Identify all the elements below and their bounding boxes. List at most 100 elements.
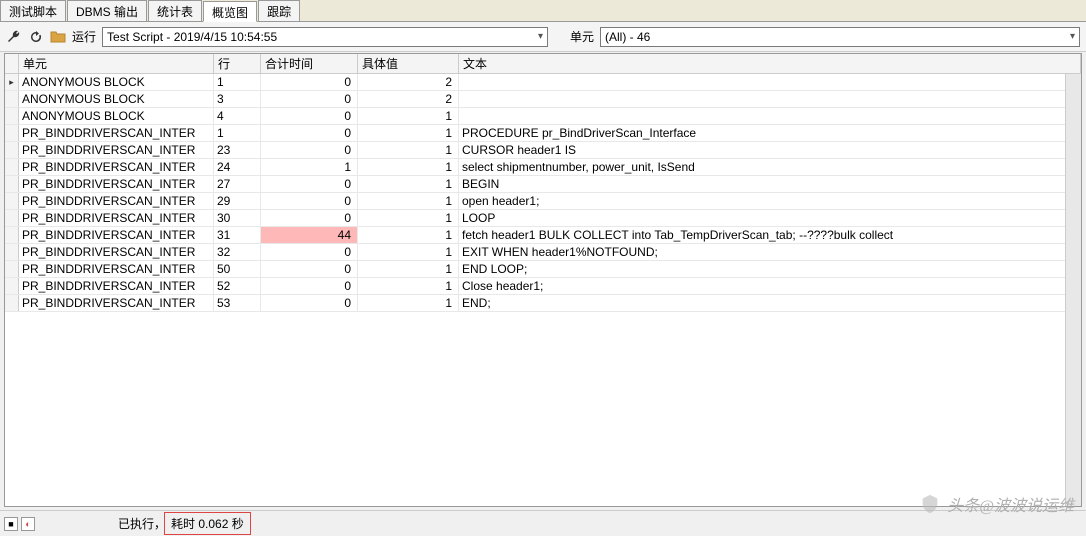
- cell-unit: ANONYMOUS BLOCK: [19, 74, 214, 90]
- cell-val: 1: [358, 278, 459, 294]
- row-indicator: [5, 244, 19, 260]
- cell-text: PROCEDURE pr_BindDriverScan_Interface: [459, 125, 1081, 141]
- table-row[interactable]: PR_BINDDRIVERSCAN_INTER5001END LOOP;: [5, 261, 1081, 278]
- status-executed: 已执行，: [118, 515, 166, 532]
- cell-line: 24: [214, 159, 261, 175]
- cell-text: END;: [459, 295, 1081, 311]
- loading-icon[interactable]: ◐: [21, 517, 35, 531]
- cell-total: 0: [261, 125, 358, 141]
- cell-val: 2: [358, 91, 459, 107]
- script-dropdown[interactable]: Test Script - 2019/4/15 10:54:55: [102, 27, 548, 47]
- cell-total: 0: [261, 91, 358, 107]
- cell-total: 0: [261, 295, 358, 311]
- wrench-icon[interactable]: [6, 29, 22, 45]
- cell-val: 1: [358, 261, 459, 277]
- row-indicator: [5, 193, 19, 209]
- grid-body[interactable]: ▸ANONYMOUS BLOCK102ANONYMOUS BLOCK302ANO…: [5, 74, 1081, 506]
- table-row[interactable]: ANONYMOUS BLOCK302: [5, 91, 1081, 108]
- indicator-header: [5, 54, 19, 73]
- cell-total: 0: [261, 142, 358, 158]
- cell-text: LOOP: [459, 210, 1081, 226]
- unit-dropdown[interactable]: (All) - 46: [600, 27, 1080, 47]
- cell-unit: PR_BINDDRIVERSCAN_INTER: [19, 125, 214, 141]
- cell-line: 32: [214, 244, 261, 260]
- table-row[interactable]: PR_BINDDRIVERSCAN_INTER5301END;: [5, 295, 1081, 312]
- cell-val: 1: [358, 227, 459, 243]
- tab-overview[interactable]: 概览图: [203, 1, 257, 22]
- vertical-scrollbar[interactable]: [1065, 74, 1081, 506]
- cell-text: END LOOP;: [459, 261, 1081, 277]
- row-indicator: [5, 278, 19, 294]
- col-text[interactable]: 文本: [459, 54, 1081, 73]
- row-indicator: [5, 176, 19, 192]
- table-row[interactable]: ANONYMOUS BLOCK401: [5, 108, 1081, 125]
- row-indicator: [5, 261, 19, 277]
- cell-text: select shipmentnumber, power_unit, IsSen…: [459, 159, 1081, 175]
- cell-total: 1: [261, 159, 358, 175]
- cell-line: 23: [214, 142, 261, 158]
- cell-total: 0: [261, 74, 358, 90]
- grid-header: 单元 行 合计时间 具体值 文本: [5, 54, 1081, 74]
- stop-icon[interactable]: ■: [4, 517, 18, 531]
- cell-val: 2: [358, 74, 459, 90]
- cell-text: [459, 108, 1081, 124]
- cell-text: BEGIN: [459, 176, 1081, 192]
- row-indicator: ▸: [5, 74, 19, 90]
- cell-line: 4: [214, 108, 261, 124]
- cell-text: open header1;: [459, 193, 1081, 209]
- cell-text: CURSOR header1 IS: [459, 142, 1081, 158]
- table-row[interactable]: PR_BINDDRIVERSCAN_INTER2901open header1;: [5, 193, 1081, 210]
- table-row[interactable]: ▸ANONYMOUS BLOCK102: [5, 74, 1081, 91]
- cell-unit: PR_BINDDRIVERSCAN_INTER: [19, 142, 214, 158]
- cell-unit: ANONYMOUS BLOCK: [19, 108, 214, 124]
- cell-unit: PR_BINDDRIVERSCAN_INTER: [19, 159, 214, 175]
- tab-trace[interactable]: 跟踪: [258, 0, 300, 21]
- table-row[interactable]: PR_BINDDRIVERSCAN_INTER2411select shipme…: [5, 159, 1081, 176]
- row-indicator: [5, 91, 19, 107]
- cell-unit: PR_BINDDRIVERSCAN_INTER: [19, 261, 214, 277]
- cell-unit: PR_BINDDRIVERSCAN_INTER: [19, 210, 214, 226]
- table-row[interactable]: PR_BINDDRIVERSCAN_INTER31441fetch header…: [5, 227, 1081, 244]
- cell-line: 50: [214, 261, 261, 277]
- refresh-icon[interactable]: [28, 29, 44, 45]
- col-value[interactable]: 具体值: [358, 54, 459, 73]
- tab-stats[interactable]: 统计表: [148, 0, 202, 21]
- cell-line: 3: [214, 91, 261, 107]
- row-indicator: [5, 210, 19, 226]
- cell-line: 1: [214, 125, 261, 141]
- table-row[interactable]: PR_BINDDRIVERSCAN_INTER2301CURSOR header…: [5, 142, 1081, 159]
- cell-line: 1: [214, 74, 261, 90]
- tab-dbms-output[interactable]: DBMS 输出: [67, 0, 147, 21]
- cell-total: 0: [261, 193, 358, 209]
- cell-text: [459, 74, 1081, 90]
- row-indicator: [5, 142, 19, 158]
- cell-text: EXIT WHEN header1%NOTFOUND;: [459, 244, 1081, 260]
- table-row[interactable]: PR_BINDDRIVERSCAN_INTER3001LOOP: [5, 210, 1081, 227]
- cell-val: 1: [358, 108, 459, 124]
- status-elapsed: 耗时 0.062 秒: [164, 512, 251, 535]
- row-indicator: [5, 159, 19, 175]
- table-row[interactable]: PR_BINDDRIVERSCAN_INTER5201Close header1…: [5, 278, 1081, 295]
- cell-unit: PR_BINDDRIVERSCAN_INTER: [19, 193, 214, 209]
- cell-total: 0: [261, 108, 358, 124]
- cell-total: 0: [261, 210, 358, 226]
- table-row[interactable]: PR_BINDDRIVERSCAN_INTER101PROCEDURE pr_B…: [5, 125, 1081, 142]
- cell-val: 1: [358, 176, 459, 192]
- col-total-time[interactable]: 合计时间: [261, 54, 358, 73]
- folder-icon[interactable]: [50, 29, 66, 45]
- table-row[interactable]: PR_BINDDRIVERSCAN_INTER2701BEGIN: [5, 176, 1081, 193]
- cell-unit: PR_BINDDRIVERSCAN_INTER: [19, 295, 214, 311]
- col-unit[interactable]: 单元: [19, 54, 214, 73]
- col-line[interactable]: 行: [214, 54, 261, 73]
- cell-total: 0: [261, 244, 358, 260]
- table-row[interactable]: PR_BINDDRIVERSCAN_INTER3201EXIT WHEN hea…: [5, 244, 1081, 261]
- cell-total: 0: [261, 278, 358, 294]
- tab-test-script[interactable]: 测试脚本: [0, 0, 66, 21]
- cell-val: 1: [358, 125, 459, 141]
- cell-line: 53: [214, 295, 261, 311]
- cell-line: 52: [214, 278, 261, 294]
- toolbar: 运行 Test Script - 2019/4/15 10:54:55 单元 (…: [0, 22, 1086, 52]
- cell-text: [459, 91, 1081, 107]
- cell-line: 31: [214, 227, 261, 243]
- cell-text: Close header1;: [459, 278, 1081, 294]
